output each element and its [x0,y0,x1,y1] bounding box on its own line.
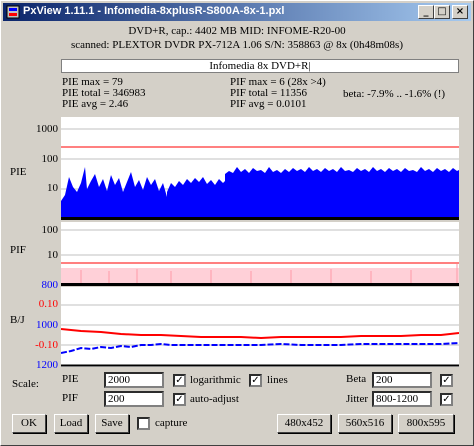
pie-side-label: PIE [10,166,27,178]
title-bar: PxView 1.11.1 - Infomedia-8xplusR-S800A-… [3,3,471,21]
jitter-tick-800: 800 [41,279,59,291]
size-480x452-button[interactable]: 480x452 [277,414,331,433]
capture-label: capture [155,417,188,429]
pif-avg: PIF avg = 0.0101 [230,98,307,110]
beta-jitter-chart [60,287,460,367]
capture-checkbox[interactable] [137,417,150,430]
pie-tick-100: 100 [41,153,59,165]
scale-pif-label: PIF [62,392,78,404]
pie-avg: PIE avg = 2.46 [62,98,129,110]
bj-side-label: B/J [10,314,25,326]
pie-fill-seg1 [61,167,167,218]
pif-fill [61,268,459,284]
beta-tick-0.10: 0.10 [38,298,58,310]
pif-tick-10: 10 [47,249,58,261]
pie-tick-10: 10 [47,182,58,194]
jitter-scale-label: Jitter [346,393,368,405]
lines-checkbox[interactable]: ✓ [249,374,262,387]
app-icon [6,5,20,19]
pif-chart [61,222,459,286]
pif-side-label: PIF [10,244,26,256]
scale-pie-label: PIE [62,373,79,385]
lines-label: lines [267,374,288,386]
pie-fill-seg2 [167,177,225,218]
pie-chart-svg [61,128,459,220]
save-button[interactable]: Save [95,414,129,433]
logarithmic-label: logarithmic [190,374,241,386]
disc-name-field[interactable]: Infomedia 8x DVD+R| [61,59,459,73]
beta-scale-input[interactable]: 200 [372,372,432,388]
beta-scale-label: Beta [346,373,367,385]
maximize-button[interactable]: □ [434,5,450,19]
beta-checkbox[interactable]: ✓ [440,374,453,387]
beta-line [60,328,460,340]
scale-label: Scale: [12,378,39,390]
scale-pie-input[interactable]: 2000 [104,372,164,388]
auto-adjust-label: auto-adjust [190,393,239,405]
auto-adjust-checkbox[interactable]: ✓ [173,393,186,406]
minimize-button[interactable]: _ [418,5,434,19]
size-800x595-button[interactable]: 800x595 [398,414,454,433]
pie-tick-1000: 1000 [36,123,58,135]
pie-chart [61,117,459,220]
jitter-checkbox[interactable]: ✓ [440,393,453,406]
jitter-tick-1000: 1000 [36,319,58,331]
jitter-tick-1200: 1200 [36,359,58,371]
ok-button[interactable]: OK [12,414,46,433]
pif-tick-100: 100 [41,224,59,236]
load-button[interactable]: Load [54,414,88,433]
header-scan-info: scanned: PLEXTOR DVDR PX-712A 1.06 S/N: … [71,39,403,51]
pie-fill-seg3 [225,167,459,218]
beta-jitter-svg [60,304,460,367]
jitter-scale-input[interactable]: 800-1200 [372,391,432,407]
window-title: PxView 1.11.1 - Infomedia-8xplusR-S800A-… [23,5,285,17]
pif-chart-svg [61,229,459,286]
scale-pif-input[interactable]: 200 [104,391,164,407]
beta-tick-neg0.10: -0.10 [35,339,58,351]
logarithmic-checkbox[interactable]: ✓ [173,374,186,387]
size-560x516-button[interactable]: 560x516 [338,414,392,433]
header-disc-info: DVD+R, cap.: 4402 MB MID: INFOME-R20-00 [128,25,346,37]
close-button[interactable]: × [452,5,468,19]
beta-range: beta: -7.9% .. -1.6% (!) [343,88,446,100]
